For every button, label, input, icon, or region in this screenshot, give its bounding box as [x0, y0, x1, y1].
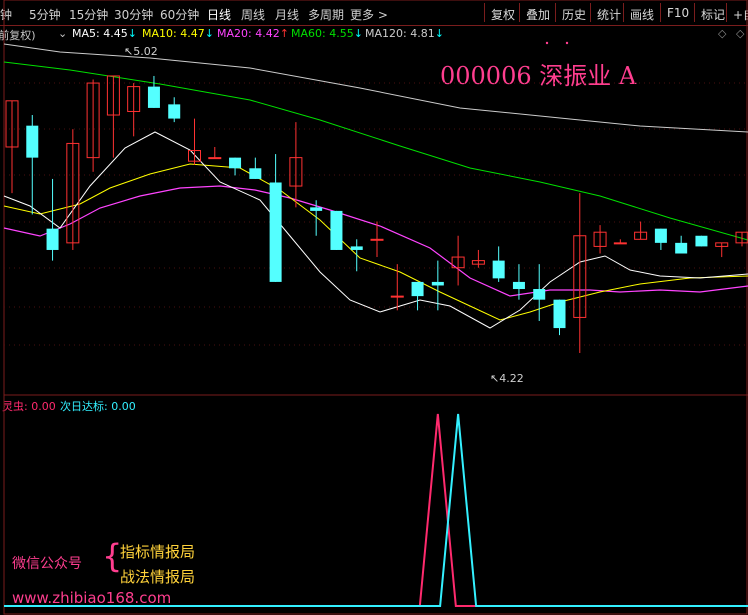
candle-body-up	[370, 238, 384, 241]
candle-body-down	[654, 228, 667, 243]
watermark-left: 微信公众号	[12, 556, 82, 572]
candle-body-down	[553, 299, 566, 329]
indicator-series-line	[4, 413, 748, 607]
candle-body-down	[695, 235, 708, 247]
candle-body-down	[269, 182, 282, 282]
candle-body-up	[613, 242, 627, 245]
title-dot	[545, 41, 549, 45]
candle-body-down	[310, 207, 323, 211]
ma20-line	[3, 185, 748, 297]
candle-body-down	[675, 242, 688, 254]
ma60-line	[3, 61, 748, 241]
high-price-label: ↖5.02	[124, 45, 158, 58]
ma120-line	[3, 43, 748, 133]
candle-body-down	[26, 125, 39, 158]
candle-body-down	[350, 246, 363, 250]
kline-chart[interactable]: ↖5.02 ↖4.22	[0, 0, 748, 615]
candle-body-down	[431, 281, 444, 286]
candle-body-down	[168, 104, 181, 119]
candle-body-down	[512, 281, 525, 290]
low-price-label: ↖4.22	[490, 372, 524, 385]
candle-body-down	[249, 168, 262, 179]
candle-body-down	[147, 86, 160, 108]
candle-body-up	[208, 157, 222, 160]
chart-frame	[3, 0, 748, 615]
candle-body-down	[492, 260, 505, 279]
candle-body-up	[390, 295, 404, 298]
candle-body-down	[46, 228, 59, 250]
watermark-url: www.zhibiao168.com	[12, 589, 172, 607]
ma10-line	[3, 163, 748, 321]
ma5-line	[3, 131, 748, 329]
title-dot	[565, 41, 569, 45]
candle-body-down	[229, 157, 242, 169]
candle-body-down	[533, 289, 546, 300]
candle-body-down	[411, 281, 424, 297]
watermark-right-2: 战法情报局	[120, 568, 196, 586]
indicator-series-line	[4, 413, 748, 607]
candle-body-down	[330, 210, 343, 250]
watermark-right-1: 指标情报局	[120, 543, 196, 561]
